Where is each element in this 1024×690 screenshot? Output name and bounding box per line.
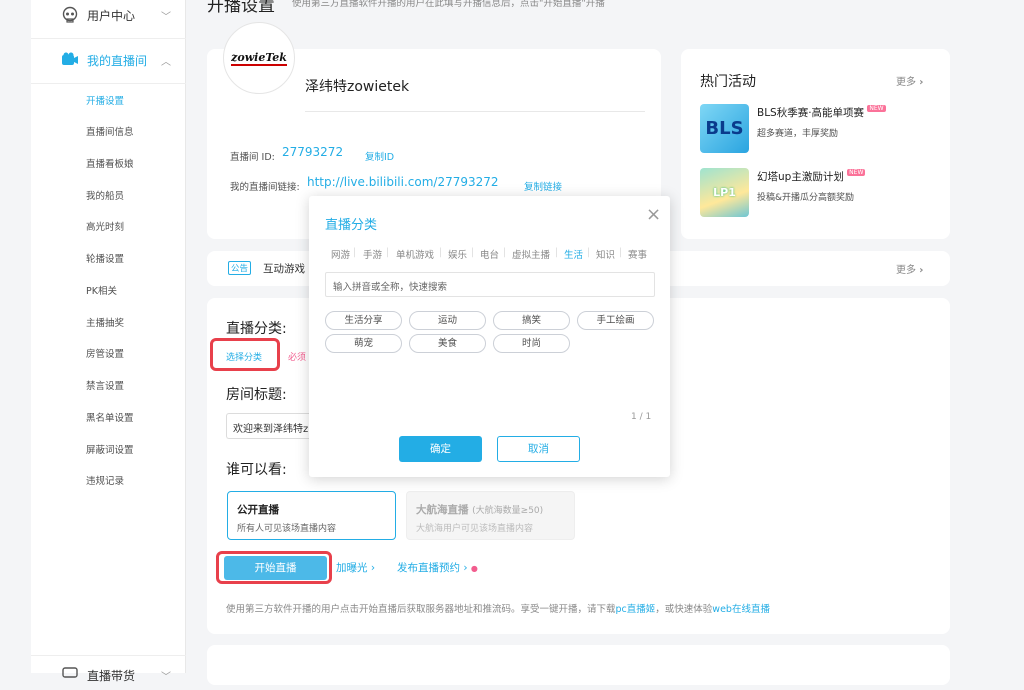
activity-desc-bls: 超多赛道，丰厚奖励 xyxy=(757,129,839,139)
category-tag[interactable]: 生活分享 xyxy=(325,311,402,330)
category-label: 直播分类: xyxy=(226,321,287,337)
tab-online-games[interactable]: 网游 xyxy=(331,247,350,261)
sidebar-item-blacklist[interactable]: 黑名单设置 xyxy=(86,410,134,424)
hot-more-link[interactable]: 更多 › xyxy=(896,73,923,88)
sidebar-item-highlights[interactable]: 高光时刻 xyxy=(86,219,124,233)
copy-link-button[interactable]: 复制链接 xyxy=(524,179,562,193)
public-live-desc: 所有人可见该场直播内容 xyxy=(237,524,337,534)
room-id-value: 27793272 xyxy=(282,145,344,159)
sidebar-live-commerce[interactable]: 直播带货 ﹀ xyxy=(31,660,186,690)
footer-hint: 使用第三方软件开播的用户点击开始直播后获取服务器地址和推流码。享受一键开播，请下… xyxy=(226,604,770,615)
tab-radio[interactable]: 电台 xyxy=(480,247,499,261)
category-tag[interactable]: 时尚 xyxy=(493,334,570,353)
highlight-start-live xyxy=(216,551,332,584)
category-tag[interactable]: 美食 xyxy=(409,334,486,353)
modal-title: 直播分类 xyxy=(325,218,378,233)
avatar-logo-text: zowieTek xyxy=(231,50,287,66)
category-tag[interactable]: 搞笑 xyxy=(493,311,570,330)
notice-more-link[interactable]: 更多 › xyxy=(896,261,923,276)
bls-thumbnail[interactable]: BLS xyxy=(700,104,749,153)
web-live-link[interactable]: web在线直播 xyxy=(712,604,770,615)
sidebar-item-room-admin[interactable]: 房管设置 xyxy=(86,346,124,360)
copy-id-button[interactable]: 复制ID xyxy=(365,149,394,163)
category-modal: 直播分类 × 网游 | 手游 | 单机游戏 | 娱乐 | 电台 | 虚拟主播 |… xyxy=(309,196,670,477)
cart-icon xyxy=(62,667,78,678)
reserve-link[interactable]: 发布直播预约 › ● xyxy=(397,560,478,575)
tower-thumbnail[interactable]: LP1 xyxy=(700,168,749,217)
sidebar-item-crew[interactable]: 我的船员 xyxy=(86,188,124,202)
sidebar-my-live-room[interactable]: 我的直播间 ︿ xyxy=(31,45,186,75)
public-live-option[interactable]: 公开直播 所有人可见该场直播内容 xyxy=(227,491,396,540)
tab-vtuber[interactable]: 虚拟主播 xyxy=(512,247,550,261)
sidebar-item-room-info[interactable]: 直播间信息 xyxy=(86,124,134,138)
close-icon[interactable]: × xyxy=(646,206,661,224)
tab-entertainment[interactable]: 娱乐 xyxy=(448,247,467,261)
category-tag[interactable]: 萌宠 xyxy=(325,334,402,353)
page-title: 开播设置 xyxy=(207,0,275,16)
sidebar-my-live-room-label: 我的直播间 xyxy=(87,53,148,68)
sidebar-live-commerce-label: 直播带货 xyxy=(87,668,136,683)
category-tag[interactable]: 手工绘画 xyxy=(577,311,654,330)
required-hint: 必须 xyxy=(288,353,307,363)
sidebar-item-carousel[interactable]: 轮播设置 xyxy=(86,251,124,265)
activity-title-bls[interactable]: BLS秋季赛·高能单项赛 NEW xyxy=(757,105,886,120)
room-title-value: 欢迎来到泽纬特z xyxy=(233,424,309,435)
guard-live-title: 大航海直播 (大航海数量≥50) xyxy=(416,504,544,516)
cancel-button[interactable]: 取消 xyxy=(497,436,580,462)
tab-esports[interactable]: 赛事 xyxy=(628,247,647,261)
guard-live-option[interactable]: 大航海直播 (大航海数量≥50) 大航海用户可见该场直播内容 xyxy=(406,491,575,540)
sidebar-item-pk[interactable]: PK相关 xyxy=(86,283,117,297)
pagination: 1 / 1 xyxy=(631,412,652,422)
activity-desc-tower: 投稿&开播瓜分高额奖励 xyxy=(757,193,855,203)
pc-app-link[interactable]: pc直播姬 xyxy=(616,604,656,615)
sidebar-user-center[interactable]: 用户中心 ﹀ xyxy=(31,0,186,30)
category-search-input[interactable]: 输入拼音或全称，快速搜索 xyxy=(325,272,655,297)
hot-activities-title: 热门活动 xyxy=(700,74,756,90)
chevron-up-icon: ︿ xyxy=(161,56,171,68)
room-link-label: 我的直播间链接: xyxy=(230,182,300,193)
skull-icon xyxy=(62,6,78,23)
tab-life[interactable]: 生活 xyxy=(564,247,583,261)
search-placeholder: 输入拼音或全称，快速搜索 xyxy=(333,282,448,293)
new-badge: NEW xyxy=(867,105,886,112)
new-badge: NEW xyxy=(847,169,866,176)
sidebar-item-block-words[interactable]: 屏蔽词设置 xyxy=(86,442,134,456)
tab-single-player[interactable]: 单机游戏 xyxy=(396,247,434,261)
chevron-down-icon: ﹀ xyxy=(161,11,171,23)
sidebar-item-live-settings[interactable]: 开播设置 xyxy=(86,93,124,107)
category-tag[interactable]: 运动 xyxy=(409,311,486,330)
camera-icon xyxy=(62,52,78,65)
sidebar: 用户中心 ﹀ 我的直播间 ︿ 开播设置 直播间信息 直播看板娘 我的船员 高光时… xyxy=(31,0,186,683)
room-link-value[interactable]: http://live.bilibili.com/27793272 xyxy=(307,175,499,189)
bottom-card xyxy=(207,645,950,685)
sidebar-item-violations[interactable]: 违规记录 xyxy=(86,473,124,487)
chevron-down-icon: ﹀ xyxy=(161,671,171,683)
visibility-label: 谁可以看: xyxy=(226,462,287,478)
sidebar-user-center-label: 用户中心 xyxy=(87,8,136,23)
page-subtitle: 使用第三方直播软件开播的用户在此填写开播信息后，点击"开始直播"开播 xyxy=(292,0,605,9)
sidebar-item-mascot[interactable]: 直播看板娘 xyxy=(86,156,134,170)
channel-avatar: zowieTek xyxy=(223,22,295,94)
boost-link[interactable]: 加曝光 › xyxy=(336,560,375,575)
channel-name: 泽纬特zowietek xyxy=(305,79,410,95)
notice-text[interactable]: 互动游戏 xyxy=(263,261,305,276)
notice-tag: 公告 xyxy=(228,261,252,275)
sidebar-item-mute[interactable]: 禁言设置 xyxy=(86,378,124,392)
tab-knowledge[interactable]: 知识 xyxy=(596,247,615,261)
room-id-label: 直播间 ID: xyxy=(230,152,275,163)
confirm-button[interactable]: 确定 xyxy=(399,436,482,462)
hot-activities-card: 热门活动 更多 › BLS BLS秋季赛·高能单项赛 NEW 超多赛道，丰厚奖励… xyxy=(681,49,950,239)
activity-title-tower[interactable]: 幻塔up主激励计划 NEW xyxy=(757,169,866,184)
highlight-choose-category xyxy=(210,338,280,371)
public-live-title: 公开直播 xyxy=(237,504,279,516)
guard-live-desc: 大航海用户可见该场直播内容 xyxy=(416,524,534,534)
sidebar-item-lottery[interactable]: 主播抽奖 xyxy=(86,315,124,329)
room-title-label: 房间标题: xyxy=(226,387,287,403)
tab-mobile-games[interactable]: 手游 xyxy=(363,247,382,261)
